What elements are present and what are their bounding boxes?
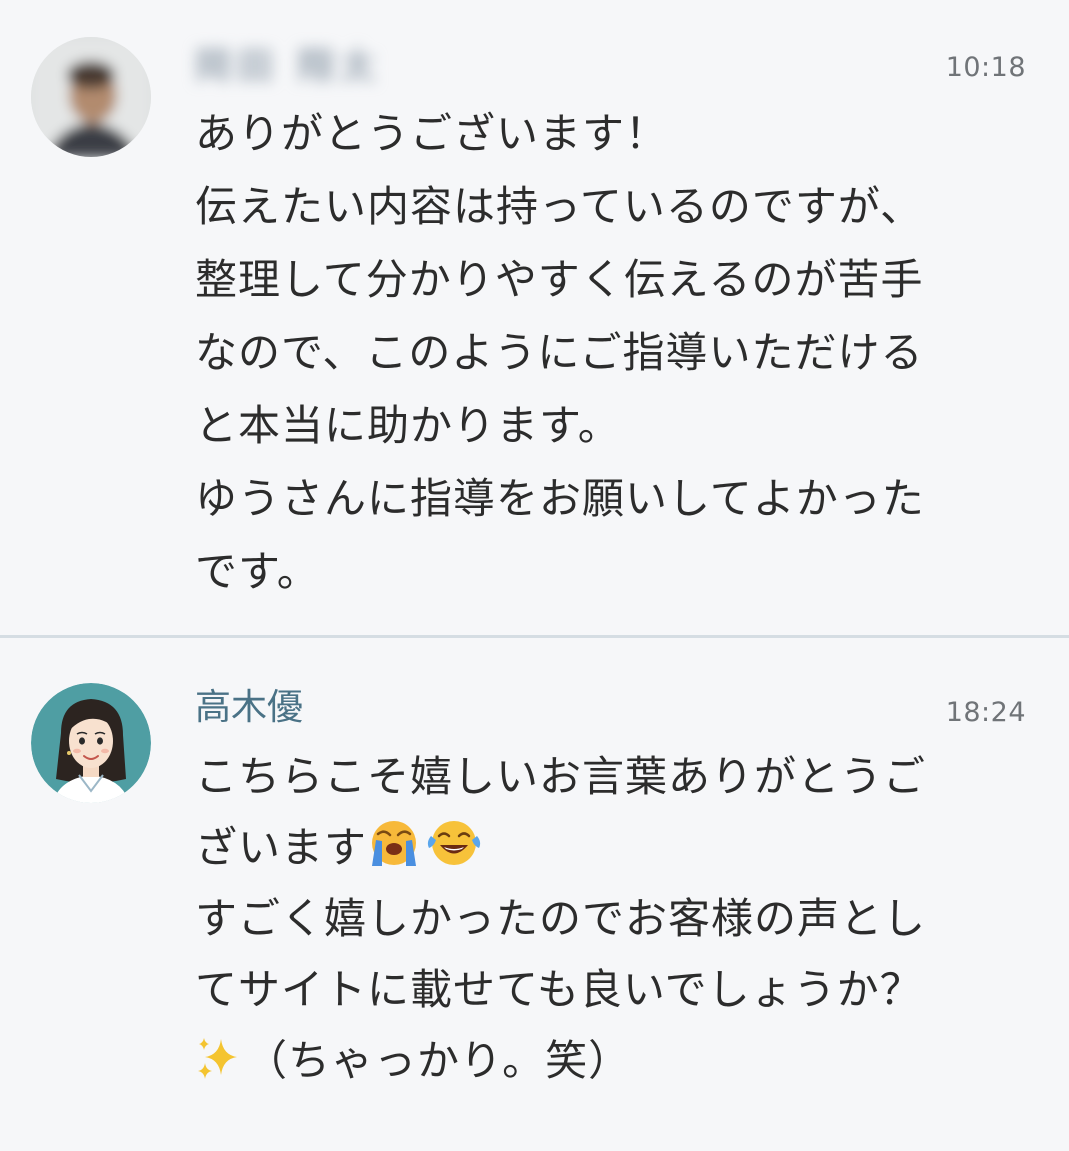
- message-line-text: （ちゃっかり。笑）: [245, 1036, 632, 1085]
- message-line: すごく嬉しかったのでお客様の声とし: [195, 894, 927, 943]
- sender-name[interactable]: 岡田 翔太: [195, 45, 382, 89]
- message-line: ゆうさんに指導をお願いしてよかった: [195, 474, 925, 523]
- message-line: と本当に助かります。: [195, 401, 621, 450]
- message-line: です。: [195, 547, 320, 596]
- avatar-photo-blurred: [31, 37, 151, 157]
- message-line: 整理して分かりやすく伝えるのが苦手: [195, 255, 924, 304]
- timestamp: 18:24: [945, 697, 1026, 728]
- sparkles-icon: [195, 1031, 241, 1102]
- message-item: 高木優 18:24 こちらこそ嬉しいお言葉ありがとうご ざいます すごく嬉しかっ…: [0, 638, 1069, 1151]
- timestamp: 10:18: [945, 52, 1026, 83]
- message-line: ありがとうございます！: [195, 109, 669, 158]
- message-line-text: ざいます: [195, 823, 368, 872]
- message-line: ざいます: [195, 812, 1025, 883]
- message-item: 岡田 翔太 10:18 ありがとうございます！ 伝えたい内容は持っているのですが…: [0, 0, 1069, 636]
- sender-name[interactable]: 高木優: [195, 686, 303, 730]
- message-line: （ちゃっかり。笑）: [195, 1025, 1025, 1096]
- message-line: 伝えたい内容は持っているのですが、: [195, 182, 924, 231]
- message-line: なので、このようにご指導いただける: [195, 328, 924, 377]
- avatar-illustration: [31, 683, 151, 803]
- avatar[interactable]: [31, 37, 151, 157]
- message-line: てサイトに載せても良いでしょうか？: [195, 965, 923, 1014]
- message-body: ありがとうございます！ 伝えたい内容は持っているのですが、 整理して分かりやすく…: [195, 97, 1025, 608]
- loudly-crying-face-icon: [367, 818, 421, 889]
- message-line: こちらこそ嬉しいお言葉ありがとうご: [195, 752, 927, 801]
- message-thread: 岡田 翔太 10:18 ありがとうございます！ 伝えたい内容は持っているのですが…: [0, 0, 1069, 1151]
- message-body: こちらこそ嬉しいお言葉ありがとうご ざいます すごく嬉しかったのでお客様の声とし…: [195, 741, 1025, 1096]
- avatar[interactable]: [31, 683, 151, 803]
- tears-of-joy-face-icon: [425, 818, 483, 889]
